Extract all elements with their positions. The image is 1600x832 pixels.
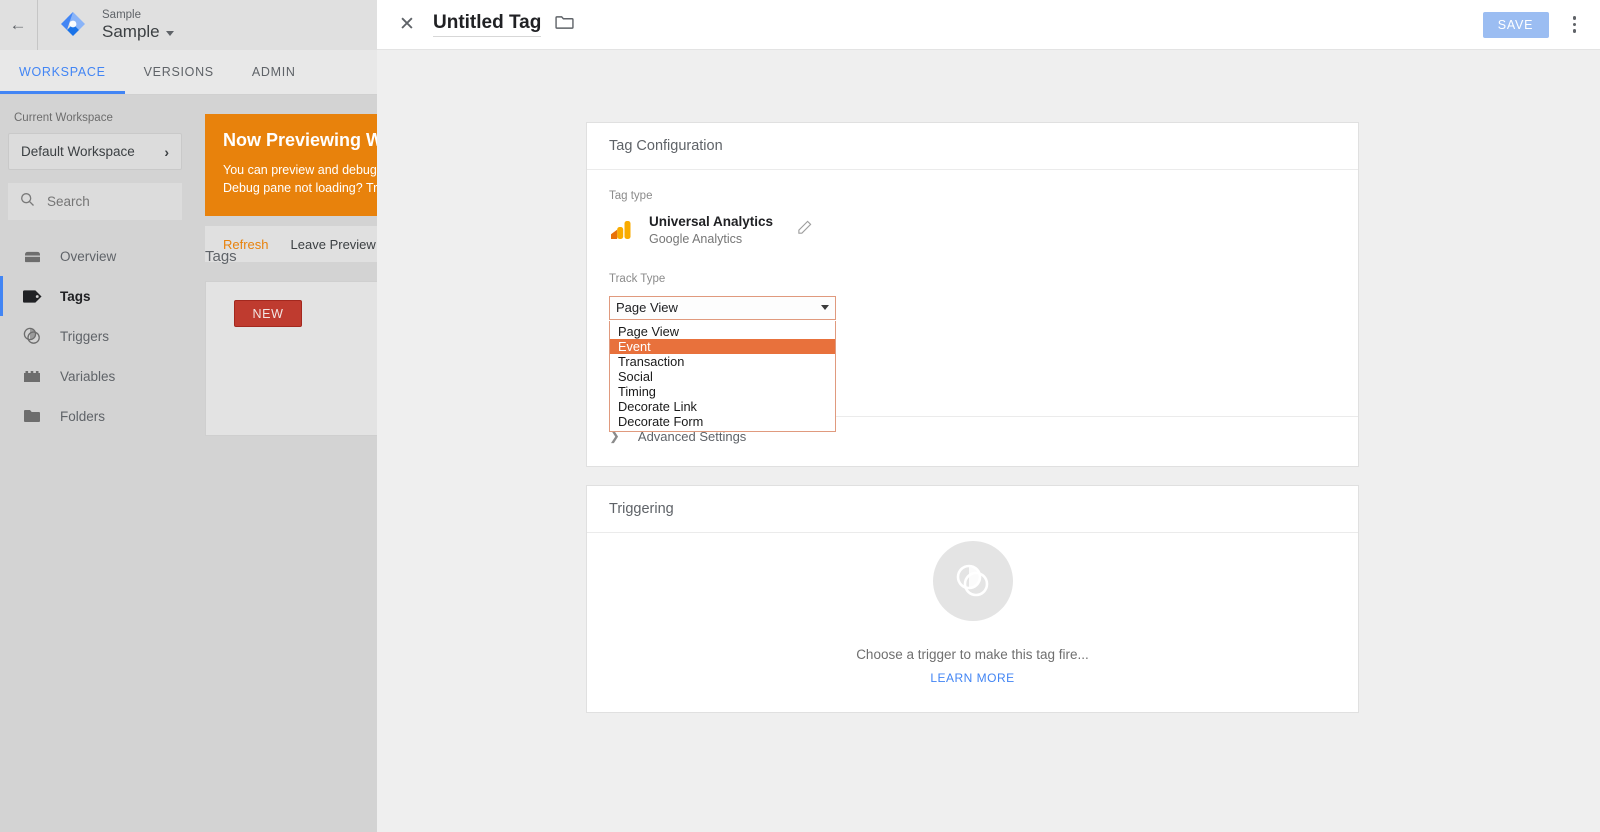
tag-configuration-body: Tag type Universal Analytics Google Anal — [587, 170, 1358, 432]
tag-editor-overlay: ✕ Untitled Tag SAVE Tag Configuration Ta… — [377, 0, 1600, 832]
dropdown-arrow-icon — [821, 305, 829, 311]
triggering-card: Triggering Choose a trigger to make this… — [586, 485, 1359, 713]
sidebar-item-overview[interactable]: Overview — [0, 236, 190, 276]
sidebar-item-folders[interactable]: Folders — [0, 396, 190, 436]
tag-title-wrap: Untitled Tag — [433, 12, 574, 37]
pencil-icon[interactable] — [797, 220, 812, 240]
tag-type-texts: Universal Analytics Google Analytics — [649, 213, 773, 247]
sidebar-item-variables[interactable]: Variables — [0, 356, 190, 396]
current-workspace-label: Current Workspace — [14, 112, 113, 124]
close-icon[interactable]: ✕ — [399, 13, 425, 36]
triggering-empty-text: Choose a trigger to make this tag fire..… — [856, 647, 1089, 662]
triggering-empty-state: Choose a trigger to make this tag fire..… — [587, 541, 1358, 685]
overview-icon — [22, 249, 42, 264]
screen-root: ← Sample Sample WORKSPACE VERSIONS ADMIN… — [0, 0, 1600, 832]
tag-type-row: Universal Analytics Google Analytics — [609, 213, 1336, 247]
google-analytics-icon — [609, 218, 633, 242]
track-type-select-wrap: Page View Page View Event Transaction So… — [609, 295, 836, 432]
trigger-circles-icon — [932, 541, 1013, 621]
track-type-option-list: Page View Event Transaction Social Timin… — [609, 320, 836, 432]
sidebar-item-label: Variables — [60, 368, 116, 384]
tags-heading: Tags — [205, 248, 237, 265]
account-label: Sample — [102, 8, 141, 21]
new-tag-button[interactable]: NEW — [234, 300, 302, 327]
track-type-select[interactable]: Page View — [609, 295, 836, 320]
track-type-value: Page View — [616, 300, 678, 316]
trigger-icon — [22, 327, 42, 345]
option-transaction[interactable]: Transaction — [610, 354, 835, 369]
option-social[interactable]: Social — [610, 369, 835, 384]
option-decorate-link[interactable]: Decorate Link — [610, 399, 835, 414]
option-timing[interactable]: Timing — [610, 384, 835, 399]
folder-icon[interactable] — [555, 15, 574, 35]
option-event[interactable]: Event — [610, 338, 835, 354]
search-input[interactable]: Search — [8, 183, 182, 220]
tag-type-name: Universal Analytics — [649, 214, 774, 229]
workspace-name: Default Workspace — [21, 144, 135, 159]
track-type-label: Track Type — [609, 272, 666, 285]
tab-admin[interactable]: ADMIN — [233, 50, 315, 94]
tag-type-vendor: Google Analytics — [649, 231, 743, 246]
container-name-text: Sample — [102, 21, 160, 41]
tag-type-label: Tag type — [609, 190, 653, 202]
search-icon — [20, 192, 35, 212]
sidebar-nav: Overview Tags Triggers Variables Folders — [0, 236, 190, 436]
learn-more-link[interactable]: LEARN MORE — [930, 671, 1014, 685]
tag-icon — [22, 289, 42, 303]
triggering-title: Triggering — [587, 486, 1358, 533]
workspace-selector[interactable]: Default Workspace › — [8, 133, 182, 170]
app-sidebar: Current Workspace Default Workspace › Se… — [0, 96, 190, 832]
sidebar-item-label: Triggers — [60, 328, 110, 344]
tag-configuration-card: Tag Configuration Tag type Universal Ana… — [586, 122, 1359, 467]
tag-configuration-title: Tag Configuration — [587, 123, 1358, 170]
topbar-divider — [37, 0, 38, 50]
tag-editor-header-actions: SAVE — [1482, 11, 1583, 38]
search-placeholder: Search — [47, 194, 90, 209]
option-decorate-form[interactable]: Decorate Form — [610, 414, 835, 429]
sidebar-item-tags[interactable]: Tags — [0, 276, 190, 316]
save-button[interactable]: SAVE — [1482, 11, 1549, 38]
tab-versions[interactable]: VERSIONS — [125, 50, 233, 94]
tag-editor-header: ✕ Untitled Tag SAVE — [377, 0, 1600, 50]
tag-editor-body: Tag Configuration Tag type Universal Ana… — [377, 50, 1600, 832]
sidebar-item-label: Tags — [60, 288, 91, 304]
account-block[interactable]: Sample Sample — [102, 9, 174, 42]
gtm-logo-icon — [58, 10, 88, 40]
tab-workspace[interactable]: WORKSPACE — [0, 50, 125, 94]
kebab-menu-icon[interactable] — [1567, 12, 1583, 37]
back-arrow-icon[interactable]: ← — [4, 0, 32, 50]
option-page-view[interactable]: Page View — [610, 324, 835, 339]
folder-icon — [22, 409, 42, 423]
variables-icon — [22, 370, 42, 383]
caret-down-icon[interactable] — [165, 31, 174, 37]
sidebar-item-triggers[interactable]: Triggers — [0, 316, 190, 356]
sidebar-item-label: Folders — [60, 408, 106, 424]
tag-name-input[interactable]: Untitled Tag — [433, 12, 542, 37]
chevron-right-icon: › — [164, 143, 169, 160]
sidebar-item-label: Overview — [60, 248, 117, 264]
container-name: Sample — [102, 22, 174, 42]
